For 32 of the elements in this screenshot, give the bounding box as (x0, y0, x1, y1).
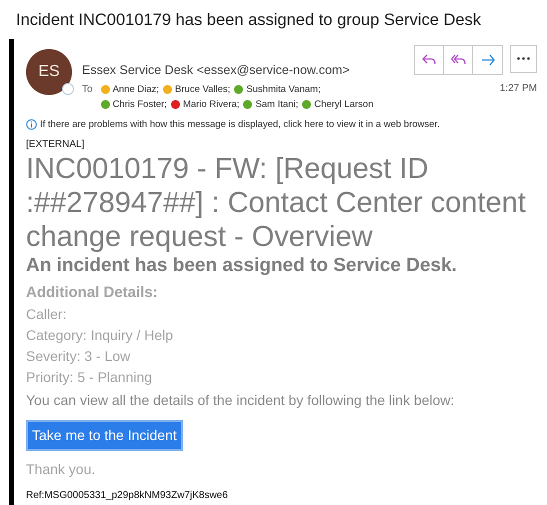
sender-name: Essex Service Desk <essex@service-now.com> (82, 62, 351, 79)
closing-text: Thank you. (26, 460, 96, 480)
reply-icon (422, 54, 436, 66)
recipient-name[interactable]: Anne Diaz; (112, 82, 160, 96)
info-bar-message[interactable]: If there are problems with how this message is displayed, click here to view it in a web browser. (40, 118, 440, 132)
timestamp: 1:27 PM (500, 82, 537, 96)
more-button[interactable] (510, 44, 537, 73)
recipient-name[interactable]: Chris Foster; (112, 96, 167, 112)
recipient-name[interactable]: Mario Rivera; (182, 96, 240, 112)
more-icon (517, 57, 530, 60)
recipient-name[interactable]: Sam Itani; (255, 96, 298, 112)
info-icon (26, 119, 37, 130)
detail-line: Caller: (26, 305, 68, 324)
to-label: To (82, 82, 93, 96)
incident-link[interactable]: Take me to the Incident (26, 420, 183, 452)
reference-id: Ref:MSG0005331_p29p8kNM93Zw7jK8swe6 (26, 489, 229, 504)
recipient-name[interactable]: Cheryl Larson (314, 96, 374, 112)
incident-heading: INC0010179 - FW: [Request ID :##278947##] : Contact Center content change request - Overview (26, 152, 527, 254)
forward-icon (480, 54, 494, 66)
details-title: Additional Details: (26, 282, 159, 303)
avatar: ES (26, 48, 72, 95)
recipient-name[interactable]: Sushmita Vanam; (246, 82, 321, 96)
summary-text: An incident has been assigned to Service Desk. (26, 254, 458, 278)
detail-line: Severity: 3 - Low (26, 347, 132, 366)
instruction-text: You can view all the details of the incident by following the link below: (26, 391, 456, 410)
presence-icon (62, 82, 74, 95)
email-subject: Incident INC0010179 has been assigned to group Service Desk (15, 10, 482, 31)
recipient-name[interactable]: Bruce Valles; (175, 82, 230, 96)
detail-line: Category: Inquiry / Help (26, 326, 174, 346)
detail-line: Priority: 5 - Planning (26, 368, 154, 388)
external-tag: [EXTERNAL] (26, 136, 537, 152)
reply-all-icon (450, 54, 466, 66)
